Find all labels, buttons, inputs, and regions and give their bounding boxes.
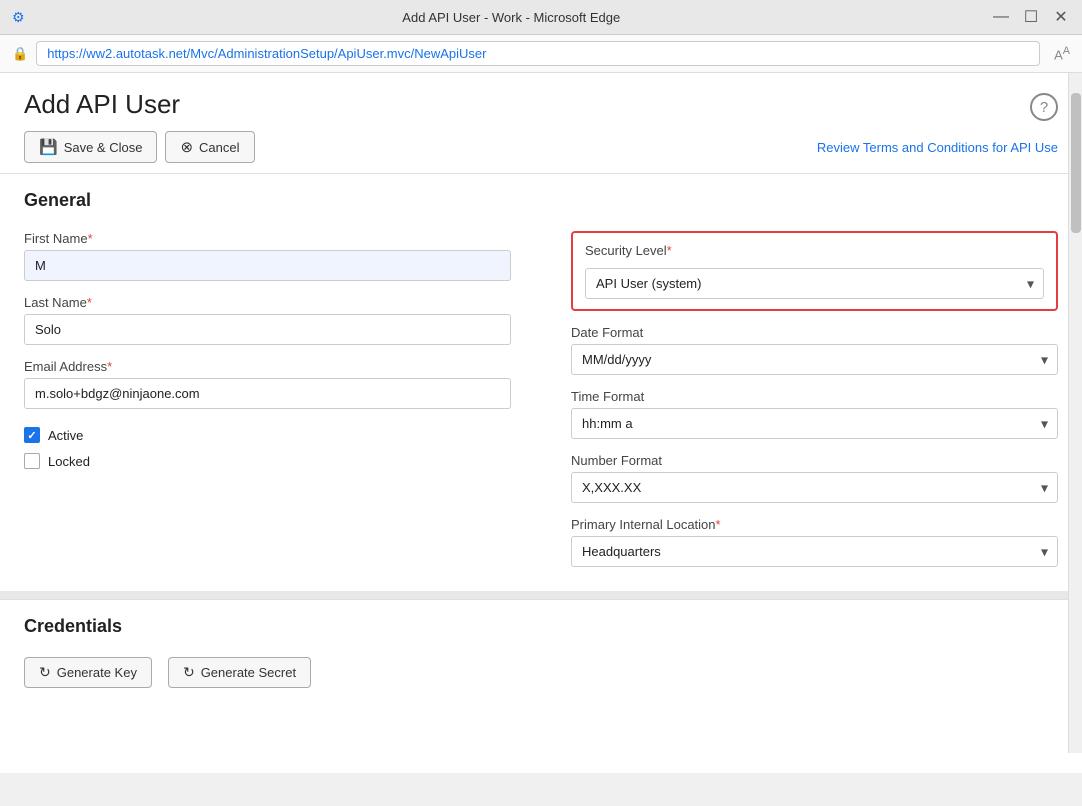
- credentials-section: Credentials ↻ Generate Key ↻ Generate Se…: [0, 599, 1082, 704]
- first-name-group: First Name*: [24, 231, 511, 281]
- toolbar-left: 💾 Save & Close ⊗ Cancel: [24, 131, 255, 163]
- first-name-required: *: [88, 231, 93, 246]
- security-level-select[interactable]: API User (system) Admin Standard: [585, 268, 1044, 299]
- checkbox-group: ✓ Active Locked: [24, 427, 511, 469]
- primary-location-required: *: [716, 517, 721, 532]
- save-icon: 💾: [39, 138, 58, 156]
- help-icon[interactable]: ?: [1030, 93, 1058, 121]
- first-name-label: First Name*: [24, 231, 511, 246]
- browser-favicon: ⚙: [12, 9, 25, 26]
- last-name-input[interactable]: [24, 314, 511, 345]
- form-right: Security Level* API User (system) Admin …: [571, 231, 1058, 567]
- credentials-buttons: ↻ Generate Key ↻ Generate Secret: [24, 657, 1058, 688]
- address-url[interactable]: https://ww2.autotask.net/Mvc/Administrat…: [36, 41, 1040, 66]
- date-format-label: Date Format: [571, 325, 1058, 340]
- locked-label: Locked: [48, 454, 90, 469]
- number-format-group: Number Format X,XXX.XX X.XXX,XX: [571, 453, 1058, 503]
- cancel-button[interactable]: ⊗ Cancel: [165, 131, 254, 163]
- primary-location-select-wrapper: Headquarters Branch Office: [571, 536, 1058, 567]
- primary-location-group: Primary Internal Location* Headquarters …: [571, 517, 1058, 567]
- time-format-select[interactable]: hh:mm a HH:mm: [571, 408, 1058, 439]
- credentials-section-title: Credentials: [24, 616, 1058, 637]
- number-format-label: Number Format: [571, 453, 1058, 468]
- date-format-group: Date Format MM/dd/yyyy dd/MM/yyyy yyyy-M…: [571, 325, 1058, 375]
- time-format-label: Time Format: [571, 389, 1058, 404]
- generate-key-label: Generate Key: [57, 665, 137, 680]
- security-level-group: Security Level* API User (system) Admin …: [571, 231, 1058, 311]
- primary-location-label: Primary Internal Location*: [571, 517, 1058, 532]
- general-section: General First Name* Last Name*: [0, 174, 1082, 591]
- active-checkmark: ✓: [27, 429, 36, 442]
- active-checkbox[interactable]: ✓: [24, 427, 40, 443]
- save-close-label: Save & Close: [64, 140, 143, 155]
- scrollbar[interactable]: [1068, 73, 1082, 753]
- active-checkbox-item[interactable]: ✓ Active: [24, 427, 511, 443]
- first-name-input[interactable]: [24, 250, 511, 281]
- locked-checkbox-item[interactable]: Locked: [24, 453, 511, 469]
- email-required: *: [107, 359, 112, 374]
- security-level-required: *: [667, 243, 672, 258]
- window-controls: — ☐ ✕: [992, 8, 1070, 26]
- generate-secret-button[interactable]: ↻ Generate Secret: [168, 657, 311, 688]
- lock-icon: 🔒: [12, 46, 28, 62]
- save-close-button[interactable]: 💾 Save & Close: [24, 131, 157, 163]
- page-header: Add API User ?: [0, 73, 1082, 121]
- generate-secret-label: Generate Secret: [201, 665, 296, 680]
- form-grid: First Name* Last Name* Email Address*: [24, 231, 1058, 567]
- date-format-select-wrapper: MM/dd/yyyy dd/MM/yyyy yyyy-MM-dd: [571, 344, 1058, 375]
- generate-key-icon: ↻: [39, 664, 51, 681]
- locked-checkbox[interactable]: [24, 453, 40, 469]
- browser-titlebar: ⚙ Add API User - Work - Microsoft Edge —…: [0, 0, 1082, 35]
- page-content: Add API User ? 💾 Save & Close ⊗ Cancel R…: [0, 73, 1082, 773]
- email-input[interactable]: [24, 378, 511, 409]
- email-label: Email Address*: [24, 359, 511, 374]
- cancel-icon: ⊗: [180, 138, 193, 156]
- last-name-required: *: [87, 295, 92, 310]
- primary-location-select[interactable]: Headquarters Branch Office: [571, 536, 1058, 567]
- form-left: First Name* Last Name* Email Address*: [24, 231, 511, 567]
- toolbar: 💾 Save & Close ⊗ Cancel Review Terms and…: [0, 121, 1082, 174]
- page-title: Add API User: [24, 89, 180, 120]
- section-divider: [0, 591, 1082, 599]
- time-format-select-wrapper: hh:mm a HH:mm: [571, 408, 1058, 439]
- security-level-select-wrapper: API User (system) Admin Standard: [585, 268, 1044, 299]
- browser-title: Add API User - Work - Microsoft Edge: [31, 10, 992, 25]
- last-name-label: Last Name*: [24, 295, 511, 310]
- review-terms-link[interactable]: Review Terms and Conditions for API Use: [817, 140, 1058, 155]
- number-format-select-wrapper: X,XXX.XX X.XXX,XX: [571, 472, 1058, 503]
- number-format-select[interactable]: X,XXX.XX X.XXX,XX: [571, 472, 1058, 503]
- browser-chrome: ⚙ Add API User - Work - Microsoft Edge —…: [0, 0, 1082, 73]
- close-button[interactable]: ✕: [1052, 8, 1070, 26]
- generate-secret-icon: ↻: [183, 664, 195, 681]
- maximize-button[interactable]: ☐: [1022, 8, 1040, 26]
- generate-key-button[interactable]: ↻ Generate Key: [24, 657, 152, 688]
- cancel-label: Cancel: [199, 140, 239, 155]
- time-format-group: Time Format hh:mm a HH:mm: [571, 389, 1058, 439]
- reader-mode-icon[interactable]: AA: [1054, 45, 1070, 62]
- browser-addressbar: 🔒 https://ww2.autotask.net/Mvc/Administr…: [0, 35, 1082, 72]
- active-label: Active: [48, 428, 83, 443]
- general-section-title: General: [24, 190, 1058, 211]
- date-format-select[interactable]: MM/dd/yyyy dd/MM/yyyy yyyy-MM-dd: [571, 344, 1058, 375]
- email-group: Email Address*: [24, 359, 511, 409]
- last-name-group: Last Name*: [24, 295, 511, 345]
- minimize-button[interactable]: —: [992, 8, 1010, 26]
- scroll-thumb[interactable]: [1071, 93, 1081, 233]
- security-level-label: Security Level*: [585, 243, 1044, 258]
